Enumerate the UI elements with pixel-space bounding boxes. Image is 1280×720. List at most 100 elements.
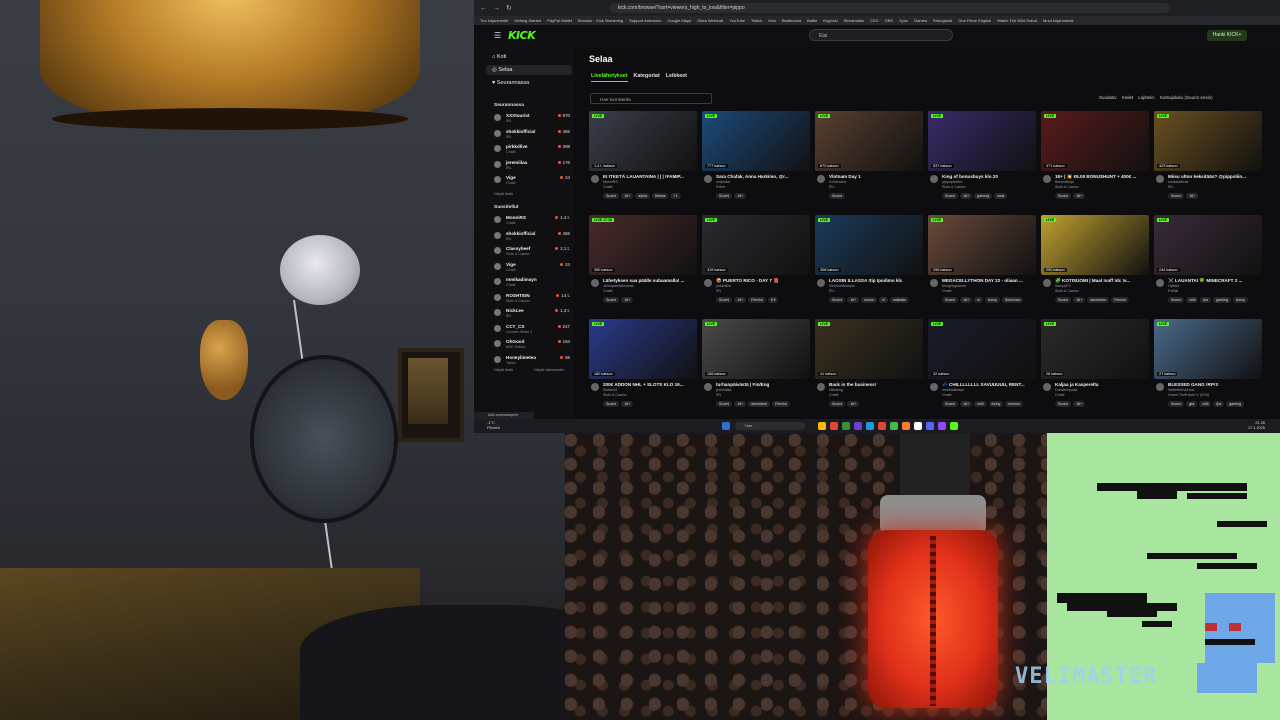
stream-card[interactable]: LIVE 296 katsoo MEGACELLYTHON DAY 22 - oli…	[928, 215, 1036, 311]
tag-chip[interactable]: Suomi	[942, 401, 959, 407]
tag-chip[interactable]: Suburban	[1001, 297, 1024, 303]
tag-chip[interactable]: Suomi	[603, 401, 620, 407]
streamer-name[interactable]: JkHuqaeMakkossa	[603, 284, 633, 288]
tag-chip[interactable]: Suomi	[716, 193, 733, 199]
bookmark-item[interactable]: Battle	[807, 18, 817, 23]
tag-chip[interactable]: adventure	[748, 401, 771, 407]
stream-title[interactable]: Kaljaa ja Kasperelta	[1055, 382, 1149, 387]
stream-category[interactable]: Slots & Casino	[1055, 185, 1079, 189]
language-filter[interactable]: Kielet	[1122, 95, 1133, 100]
sidebar-channel[interactable]: shokkiofficial IRL 465	[494, 231, 570, 245]
tag-chip[interactable]: chill	[974, 401, 987, 407]
tag-chip[interactable]: funny	[988, 401, 1004, 407]
stream-category[interactable]: IRL	[1168, 185, 1174, 189]
tag-filter-input[interactable]: Hae tunnisteita	[590, 93, 712, 104]
sidebar-channel[interactable]: CCT_CS Counter-Strike 2 247	[494, 324, 570, 338]
sidebar-channel[interactable]: Honeylimetea Tabloi 55	[494, 355, 570, 369]
stream-category[interactable]: Grand Theft Auto V (GTA)	[1168, 393, 1209, 397]
sidebar-item-home[interactable]: ⌂ Koti	[492, 54, 506, 60]
stream-card[interactable]: LIVE 32 katsoo 💤 CHILLLLLLLL SAVUUUUU, REN…	[928, 319, 1036, 415]
tag-chip[interactable]: chill	[1186, 297, 1199, 303]
bookmark-item[interactable]: YouTube	[729, 18, 745, 23]
tag-chip[interactable]: 18+	[847, 297, 860, 303]
address-bar[interactable]: kick.com/browse/?sort=viewers_high_to_lo…	[609, 3, 1170, 13]
bookmark-item[interactable]: Gitea Webmail	[697, 18, 723, 23]
streamer-name[interactable]: MonniRS	[603, 180, 618, 184]
taskbar-search[interactable]: Hae	[735, 422, 805, 430]
stream-category[interactable]: Slots & Casino	[603, 393, 627, 397]
stream-title[interactable]: BLESSED GANG !RP!!!	[1168, 382, 1262, 387]
tag-chip[interactable]: slots	[994, 193, 1008, 199]
stream-category[interactable]: Slots & Casino	[1055, 289, 1079, 293]
forward-icon[interactable]: →	[493, 5, 500, 12]
stream-title[interactable]: King of bonusbuys klo 20	[942, 174, 1036, 179]
stream-card[interactable]: LIVE 471 katsoo 18+ | 💥 €6.00 BONUSHUNT + …	[1041, 111, 1149, 207]
streamer-name[interactable]: pippoplexilex	[942, 180, 963, 184]
bookmark-item[interactable]: Watch The Wild Robot	[997, 18, 1037, 23]
stream-card[interactable]: LIVE 537 katsoo King of bonusbuys klo 20 pi…	[928, 111, 1036, 207]
tag-chip[interactable]: 18+	[734, 193, 747, 199]
tag-chip[interactable]: Suomi	[942, 193, 959, 199]
taskbar-app-icon[interactable]	[842, 422, 850, 430]
tag-chip[interactable]: 18+	[621, 297, 634, 303]
tag-chip[interactable]: Finnish	[1111, 297, 1129, 303]
streamer-name[interactable]: Hyttala	[1168, 284, 1179, 288]
stream-title[interactable]: Lähetyksen saa päälle subaamalla! ...	[603, 278, 697, 283]
bookmark-item[interactable]: Kick	[768, 18, 776, 23]
tag-chip[interactable]: fps	[1200, 297, 1212, 303]
stream-card[interactable]: LIVE 41 katsoo Back in the business! Hiilid…	[815, 319, 923, 415]
stream-title[interactable]: turhanpäivästä | Fin/Eng	[716, 382, 810, 387]
sidebar-channel[interactable]: Vige Chatti 24	[494, 262, 570, 276]
stream-card[interactable]: LIVE 28 katsoo Kaljaa ja Kasperelta Dunderl…	[1041, 319, 1149, 415]
bookmark-item[interactable]: OBS	[885, 18, 893, 23]
stream-title[interactable]: Sara Chafak, Anna Harkimo, @r...	[716, 174, 810, 179]
bookmark-item[interactable]: Kryptoki	[823, 18, 837, 23]
tag-chip[interactable]: funny	[985, 297, 1000, 303]
stream-card[interactable]: LIVE 156 katsoo turhanpäivästä | Fin/Eng je…	[702, 319, 810, 415]
bookmark-item[interactable]: Muut kirjanmerkit	[1043, 18, 1073, 23]
tag-chip[interactable]: Suomi	[1168, 401, 1185, 407]
stream-card[interactable]: LIVE 27 katsoo BLESSED GANG !RP!!! Seekethe…	[1154, 319, 1262, 415]
tag-chip[interactable]: Suomi	[829, 401, 846, 407]
tag-chip[interactable]: alpha	[635, 193, 651, 199]
streamer-name[interactable]: nelipoker	[716, 180, 731, 184]
avatar[interactable]	[704, 279, 712, 287]
stream-card[interactable]: LIVE 17:38 350 katsoo Lähetyksen saa pääll…	[589, 215, 697, 311]
taskbar-clock[interactable]: 21.35 17.1.2025	[1248, 421, 1265, 430]
tag-chip[interactable]: Suomi	[942, 297, 959, 303]
stream-card[interactable]: LIVE 308 katsoo LAOSIN ILLASSA !tip Ipodim…	[815, 215, 923, 311]
bookmark-item[interactable]: Sync	[899, 18, 908, 23]
weather-widget[interactable]: -1°C Pilvistä	[487, 420, 500, 430]
sidebar-channel[interactable]: OhGood ABC Roblox 184	[494, 339, 570, 353]
sidebar-channel[interactable]: XXXtourist IRL 870	[494, 113, 570, 127]
taskbar-app-icon[interactable]	[830, 422, 838, 430]
tab-categories[interactable]: Kategoriat	[634, 73, 660, 82]
tag-chip[interactable]: irl	[974, 297, 984, 303]
bookmark-item[interactable]: Streamlabs	[844, 18, 864, 23]
tag-chip[interactable]: 18+	[621, 193, 634, 199]
stream-title[interactable]: Back in the business!	[829, 382, 923, 387]
tag-chip[interactable]: chill	[1199, 401, 1212, 407]
stream-thumbnail[interactable]: LIVE 315 katsoo	[702, 215, 810, 275]
sidebar-channel[interactable]: ROSHTEIN Slots & Casino 14 t.	[494, 293, 570, 307]
tag-chip[interactable]: suomi	[861, 297, 877, 303]
stream-title[interactable]: Vlotnam Day 1	[829, 174, 923, 179]
tag-chip[interactable]: 18+	[960, 193, 973, 199]
tag-chip[interactable]: Suomi	[603, 297, 620, 303]
tag-chip[interactable]: Suomi	[716, 297, 733, 303]
sidebar-channel[interactable]: NickLee IRL 1,3 t.	[494, 308, 570, 322]
tag-chip[interactable]: Suomi	[716, 401, 733, 407]
taskbar-app-icon[interactable]	[914, 422, 922, 430]
bookmark-item[interactable]: Twitch	[751, 18, 762, 23]
taskbar-app-icon[interactable]	[854, 422, 862, 430]
stream-thumbnail[interactable]: LIVE 1,4 t. katsoo	[589, 111, 697, 171]
streamer-name[interactable]: SeeketheVoroos	[1168, 388, 1194, 392]
stream-thumbnail[interactable]: LIVE 41 katsoo	[815, 319, 923, 379]
tag-chip[interactable]: +1	[670, 193, 681, 199]
taskbar-app-icon[interactable]	[902, 422, 910, 430]
stream-card[interactable]: LIVE 180 katsoo 200€ ADDON NHL + SLOTS KLO…	[589, 319, 697, 415]
streamer-name[interactable]: #Kaghkgraever	[942, 284, 966, 288]
stream-title[interactable]: ⚔️ LAUANTAI 🍀 MINECRAFT 2 ...	[1168, 278, 1262, 284]
stream-category[interactable]: PuBilit	[1168, 289, 1178, 293]
avatar[interactable]	[1043, 175, 1051, 183]
